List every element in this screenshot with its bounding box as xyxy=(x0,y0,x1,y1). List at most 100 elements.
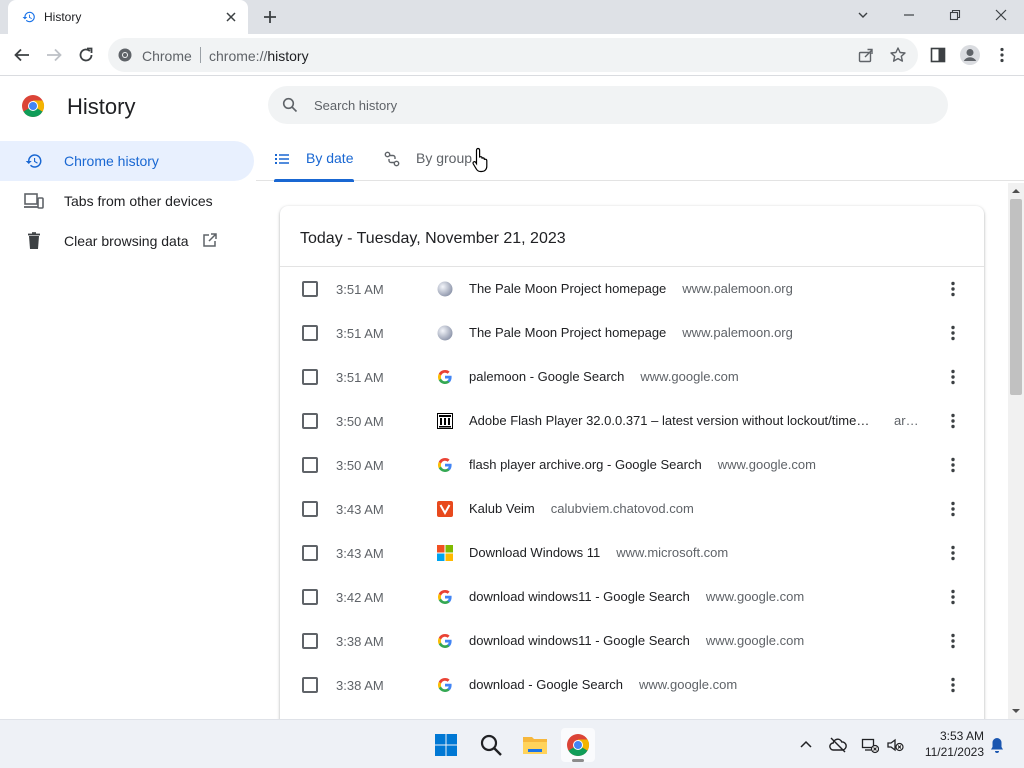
more-actions-icon[interactable] xyxy=(943,455,963,475)
entry-link[interactable]: download windows11 - Google Search www.go… xyxy=(469,633,929,648)
taskbar-search-button[interactable] xyxy=(474,728,508,762)
profile-button[interactable] xyxy=(958,43,982,67)
menu-button[interactable] xyxy=(990,43,1014,67)
history-entry-row[interactable]: 3:51 AM The Pale Moon Project homepage www… xyxy=(280,267,984,311)
entry-link[interactable]: download - Google Search www.google.com xyxy=(469,677,929,692)
chatovod-icon xyxy=(437,501,453,517)
history-entry-row[interactable]: 3:51 AM The Pale Moon Project homepage www… xyxy=(280,311,984,355)
entry-link[interactable]: Adobe Flash Player 32.0.0.371 – latest v… xyxy=(469,413,929,428)
entry-checkbox[interactable] xyxy=(302,413,318,429)
more-actions-icon[interactable] xyxy=(943,499,963,519)
more-actions-icon[interactable] xyxy=(943,675,963,695)
address-bar[interactable]: Chrome chrome://history xyxy=(108,38,918,72)
tab-search-button[interactable] xyxy=(840,0,886,30)
entry-link[interactable]: download windows11 - Google Search www.go… xyxy=(469,589,929,604)
entry-title[interactable]: download windows11 - Google Search xyxy=(469,589,690,604)
history-entry-row[interactable]: 3:38 AM download windows11 - Google Searc… xyxy=(280,619,984,663)
network-disconnected-icon[interactable] xyxy=(861,736,879,754)
sidebar-item-clear-browsing-data[interactable]: Clear browsing data xyxy=(0,221,254,261)
entry-title[interactable]: The Pale Moon Project homepage xyxy=(469,325,666,340)
side-panel-icon xyxy=(930,47,946,63)
tab-by-date[interactable]: By date xyxy=(274,137,360,182)
scroll-down-arrow-icon[interactable] xyxy=(1012,707,1020,715)
history-entry-row[interactable]: 3:51 AM palemoon - Google Search www.googl… xyxy=(280,355,984,399)
close-window-button[interactable] xyxy=(978,0,1024,30)
entry-link[interactable]: Kalub Veim calubviem.chatovod.com xyxy=(469,501,929,516)
search-history-box[interactable] xyxy=(268,86,948,124)
entry-link[interactable]: flash player archive.org - Google Search… xyxy=(469,457,929,472)
more-actions-icon[interactable] xyxy=(943,631,963,651)
entry-time: 3:42 AM xyxy=(336,590,384,605)
onedrive-offline-icon[interactable] xyxy=(829,736,847,754)
system-clock[interactable]: 3:53 AM 11/21/2023 xyxy=(912,728,984,760)
entry-domain: www.google.com xyxy=(640,369,739,384)
entry-checkbox[interactable] xyxy=(302,633,318,649)
history-entry-row[interactable]: 3:50 AM flash player archive.org - Google… xyxy=(280,443,984,487)
tab-by-group[interactable]: By group xyxy=(384,137,484,181)
more-actions-icon[interactable] xyxy=(943,587,963,607)
clock-date: 11/21/2023 xyxy=(924,745,984,759)
history-card: Today - Tuesday, November 21, 2023 3:51 … xyxy=(280,206,984,719)
entry-checkbox[interactable] xyxy=(302,457,318,473)
sidebar-item-tabs-from-other-devices[interactable]: Tabs from other devices xyxy=(0,181,254,221)
entry-checkbox[interactable] xyxy=(302,281,318,297)
more-actions-icon[interactable] xyxy=(943,543,963,563)
reload-button[interactable] xyxy=(74,43,98,67)
microsoft-icon xyxy=(437,545,453,561)
search-history-input[interactable] xyxy=(314,95,914,115)
more-actions-icon[interactable] xyxy=(943,367,963,387)
entry-checkbox[interactable] xyxy=(302,589,318,605)
scrollbar-thumb[interactable] xyxy=(1010,199,1022,395)
chevron-up-icon[interactable] xyxy=(797,736,815,754)
history-entry-row[interactable]: 3:50 AM Adobe Flash Player 32.0.0.371 – l… xyxy=(280,399,984,443)
entry-link[interactable]: The Pale Moon Project homepage www.palemo… xyxy=(469,325,929,340)
view-tabs: By date By group xyxy=(256,137,1024,182)
chrome-taskbar-button[interactable] xyxy=(561,728,595,762)
close-tab-icon[interactable] xyxy=(222,8,240,26)
sidebar-item-chrome-history[interactable]: Chrome history xyxy=(0,141,254,181)
bookmark-star-icon[interactable] xyxy=(889,46,907,64)
entry-title[interactable]: Download Windows 11 xyxy=(469,545,600,560)
scroll-up-arrow-icon[interactable] xyxy=(1012,187,1020,195)
taskbar: 3:53 AM 11/21/2023 xyxy=(0,719,1024,768)
entry-checkbox[interactable] xyxy=(302,501,318,517)
entry-title[interactable]: download - Google Search xyxy=(469,677,623,692)
restore-button[interactable] xyxy=(932,0,978,30)
entry-link[interactable]: palemoon - Google Search www.google.com xyxy=(469,369,929,384)
history-entry-row[interactable]: 3:38 AM download - Google Search www.googl… xyxy=(280,663,984,707)
entry-checkbox[interactable] xyxy=(302,677,318,693)
more-actions-icon[interactable] xyxy=(943,279,963,299)
forward-button[interactable] xyxy=(42,43,66,67)
start-button[interactable] xyxy=(429,728,463,762)
entry-checkbox[interactable] xyxy=(302,369,318,385)
history-entry-row[interactable]: 3:42 AM download windows11 - Google Searc… xyxy=(280,575,984,619)
page-scrollbar[interactable] xyxy=(1008,183,1024,719)
history-entry-row[interactable]: 3:43 AM Download Windows 11 www.microsoft.… xyxy=(280,531,984,575)
entry-title[interactable]: download windows11 - Google Search xyxy=(469,633,690,648)
minimize-button[interactable] xyxy=(886,0,932,30)
entry-title[interactable]: flash player archive.org - Google Search xyxy=(469,457,702,472)
new-tab-icon[interactable] xyxy=(260,7,280,27)
back-button[interactable] xyxy=(10,43,34,67)
entry-checkbox[interactable] xyxy=(302,325,318,341)
entry-link[interactable]: The Pale Moon Project homepage www.palemo… xyxy=(469,281,929,296)
more-actions-icon[interactable] xyxy=(943,323,963,343)
entry-checkbox[interactable] xyxy=(302,545,318,561)
share-icon[interactable] xyxy=(857,46,875,64)
entry-link[interactable]: Download Windows 11 www.microsoft.com xyxy=(469,545,929,560)
file-explorer-button[interactable] xyxy=(518,728,552,762)
more-actions-icon[interactable] xyxy=(943,411,963,431)
notification-bell-icon[interactable] xyxy=(988,736,1006,754)
history-entry-row[interactable]: 3:43 AM Kalub Veim calubviem.chatovod.com xyxy=(280,487,984,531)
browser-tab-history[interactable]: History xyxy=(8,0,248,34)
entry-title[interactable]: Adobe Flash Player 32.0.0.371 – latest v… xyxy=(469,413,874,428)
side-panel-button[interactable] xyxy=(926,43,950,67)
tab-by-date-label: By date xyxy=(306,150,354,166)
minimize-icon xyxy=(904,14,914,16)
entry-title[interactable]: The Pale Moon Project homepage xyxy=(469,281,666,296)
more-vert-icon xyxy=(1000,47,1004,63)
chrome-site-icon xyxy=(118,48,132,62)
speaker-muted-icon[interactable] xyxy=(886,736,904,754)
entry-title[interactable]: palemoon - Google Search xyxy=(469,369,624,384)
entry-title[interactable]: Kalub Veim xyxy=(469,501,535,516)
